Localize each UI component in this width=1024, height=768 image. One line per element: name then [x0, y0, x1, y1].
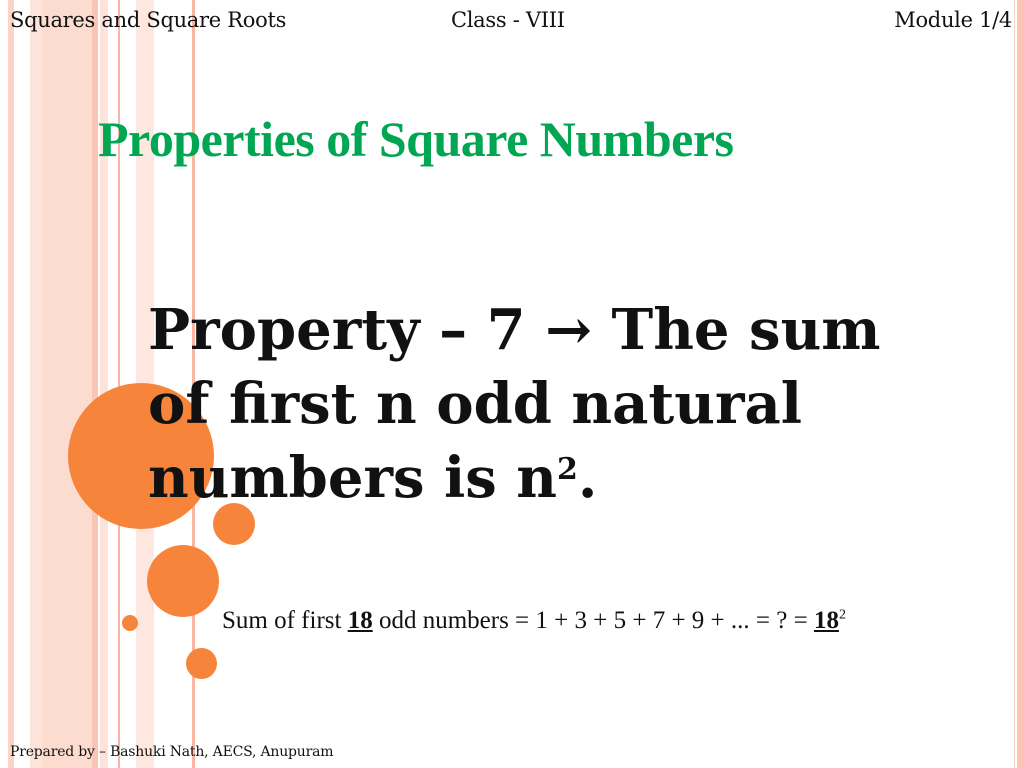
class-header: Class - VIII — [451, 8, 565, 32]
medium-circle-decoration — [147, 545, 219, 617]
example-n: 18 — [347, 607, 373, 634]
right-border-line — [1014, 0, 1015, 768]
example-prefix: Sum of first — [222, 607, 348, 634]
example-base: 18 — [813, 607, 839, 634]
property-period: . — [577, 445, 598, 511]
bullet-icon — [122, 615, 138, 631]
footer-credit: Prepared by – Bashuki Nath, AECS, Anupur… — [10, 744, 334, 760]
property-text: Property – 7 → The sum of first n odd na… — [148, 297, 881, 511]
tiny-circle-decoration — [186, 648, 217, 679]
example-exponent: 2 — [838, 607, 846, 623]
example-middle: odd numbers = 1 + 3 + 5 + 7 + 9 + ... = … — [372, 607, 814, 634]
property-statement: Property – 7 → The sum of first n odd na… — [148, 293, 948, 515]
property-exponent: 2 — [557, 452, 578, 487]
module-header: Module 1/4 — [894, 8, 1012, 32]
slide-title: Properties of Square Numbers — [98, 111, 734, 167]
right-border-stripe — [1017, 0, 1024, 768]
subject-header: Squares and Square Roots — [10, 8, 287, 32]
example-line: Sum of first 18 odd numbers = 1 + 3 + 5 … — [222, 607, 846, 635]
